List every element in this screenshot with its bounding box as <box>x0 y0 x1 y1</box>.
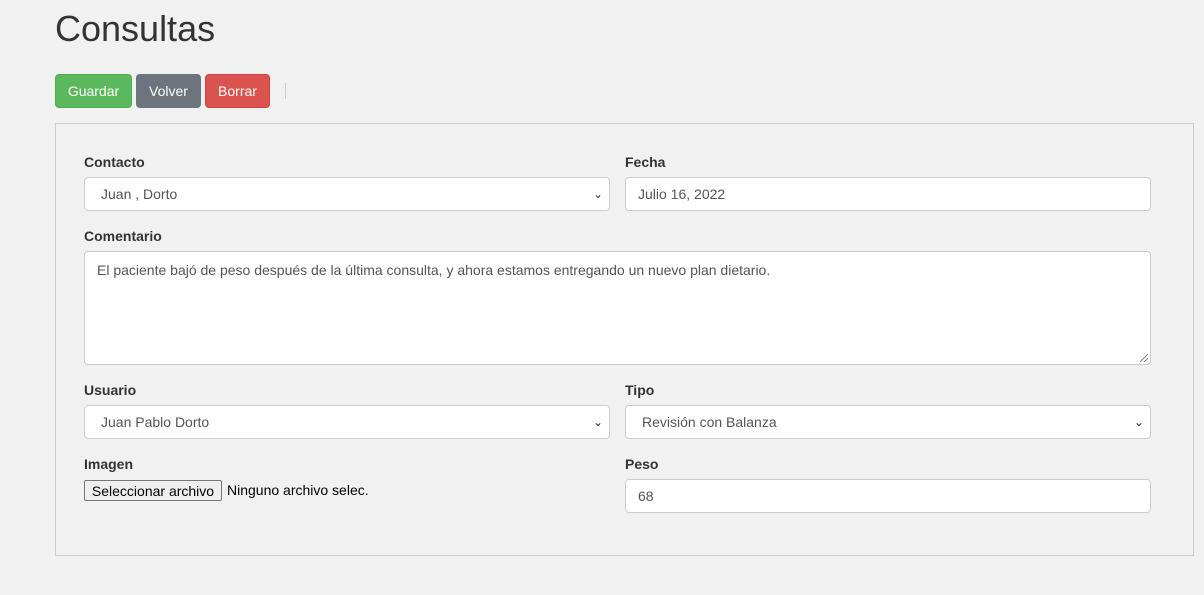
file-status: Ninguno archivo selec. <box>227 482 369 498</box>
usuario-select[interactable]: Juan Pablo Dorto ⌄ <box>84 405 610 439</box>
chevron-down-icon: ⌄ <box>1133 415 1144 429</box>
file-select-button[interactable]: Seleccionar archivo <box>84 480 222 501</box>
save-button[interactable]: Guardar <box>55 74 132 108</box>
contacto-value: Juan , Dorto <box>101 186 178 202</box>
tipo-select[interactable]: Revisión con Balanza ⌄ <box>625 405 1151 439</box>
chevron-down-icon: ⌄ <box>592 187 603 201</box>
peso-input[interactable]: 68 <box>625 479 1151 513</box>
comentario-label: Comentario <box>84 228 162 244</box>
tipo-value: Revisión con Balanza <box>642 414 777 430</box>
usuario-value: Juan Pablo Dorto <box>101 414 210 430</box>
toolbar-divider <box>285 83 286 99</box>
fecha-label: Fecha <box>625 154 666 170</box>
page-title: Consultas <box>55 8 216 49</box>
fecha-value: Julio 16, 2022 <box>638 186 726 202</box>
back-button[interactable]: Volver <box>136 74 201 108</box>
usuario-label: Usuario <box>84 382 137 398</box>
comentario-value: El paciente bajó de peso después de la ú… <box>97 262 771 278</box>
contacto-label: Contacto <box>84 154 145 170</box>
imagen-label: Imagen <box>84 456 134 472</box>
comentario-textarea[interactable]: El paciente bajó de peso después de la ú… <box>84 251 1151 365</box>
chevron-down-icon: ⌄ <box>592 415 603 429</box>
peso-label: Peso <box>625 456 659 472</box>
peso-value: 68 <box>638 488 654 504</box>
resize-handle-icon[interactable] <box>1140 354 1148 362</box>
contacto-select[interactable]: Juan , Dorto ⌄ <box>84 177 610 211</box>
tipo-label: Tipo <box>625 382 655 398</box>
fecha-input[interactable]: Julio 16, 2022 <box>625 177 1151 211</box>
delete-button[interactable]: Borrar <box>205 74 270 108</box>
